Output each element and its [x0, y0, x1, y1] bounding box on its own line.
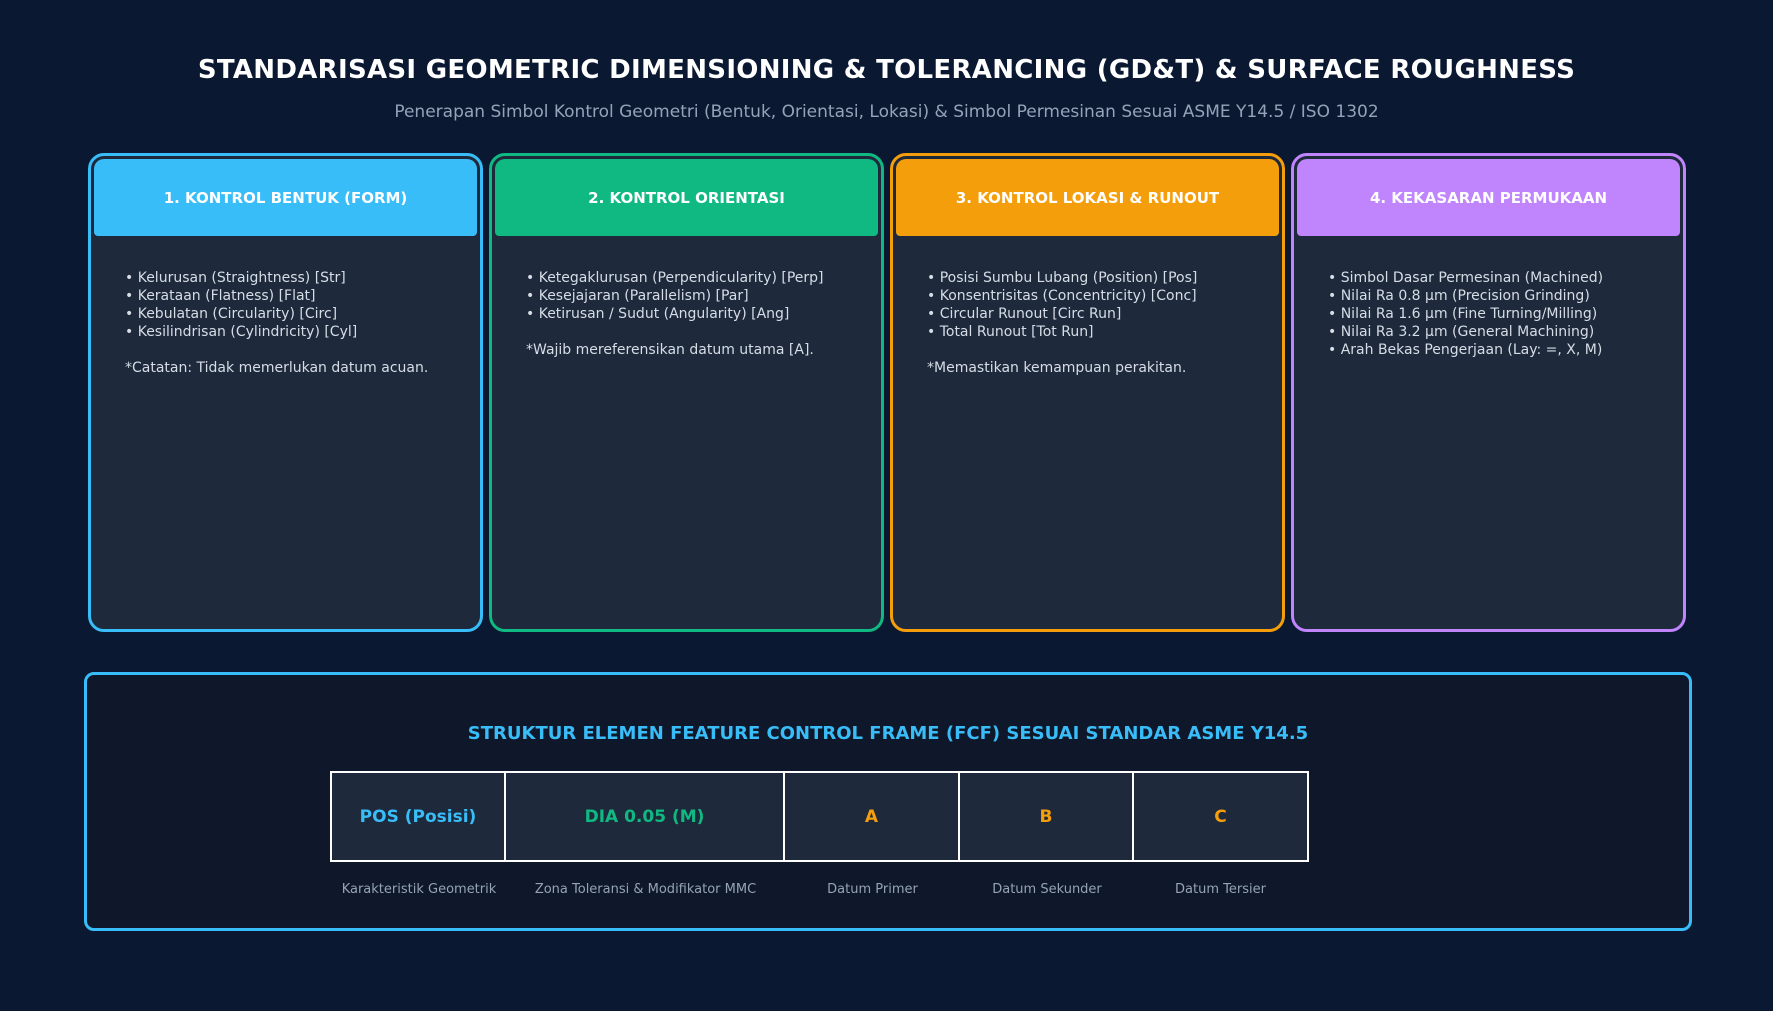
card-orientation: 2. KONTROL ORIENTASI • Ketegaklurusan (Pe… — [489, 153, 884, 632]
card-list-item: • Ketegaklurusan (Perpendicularity) [Per… — [526, 270, 824, 286]
card-list-item: • Arah Bekas Pengerjaan (Lay: =, X, M) — [1328, 342, 1603, 358]
card-list-item: • Nilai Ra 3.2 μm (General Machining) — [1328, 324, 1595, 340]
fcf-datum-tertiary-cell: C — [1214, 806, 1227, 827]
fcf-cell-label: Zona Toleransi & Modifikator MMC — [534, 882, 757, 897]
fcf-cell-label: Datum Primer — [827, 882, 918, 897]
card-list-item: • Kebulatan (Circularity) [Circ] — [125, 306, 338, 322]
card-list-item: • Kesejajaran (Parallelism) [Par] — [526, 288, 749, 304]
card-list-item: • Kerataan (Flatness) [Flat] — [125, 288, 316, 304]
card-list-item: • Kesilindrisan (Cylindricity) [Cyl] — [125, 324, 358, 340]
card-list-item: • Kelurusan (Straightness) [Str] — [125, 270, 346, 286]
card-list-item: • Konsentrisitas (Concentricity) [Conc] — [927, 288, 1197, 304]
card-body: • Simbol Dasar Permesinan (Machined) • Ni… — [1328, 269, 1673, 359]
card-list-item: • Ketirusan / Sudut (Angularity) [Ang] — [526, 306, 790, 322]
card-surface-roughness: 4. KEKASARAN PERMUKAAN • Simbol Dasar Per… — [1291, 153, 1686, 632]
card-list-item: • Circular Runout [Circ Run] — [927, 306, 1122, 322]
card-list-item: • Total Runout [Tot Run] — [927, 324, 1094, 340]
card-location-runout: 3. KONTROL LOKASI & RUNOUT • Posisi Sumbu… — [890, 153, 1285, 632]
fcf-cell-label: Datum Sekunder — [992, 882, 1102, 897]
fcf-title: STRUKTUR ELEMEN FEATURE CONTROL FRAME (F… — [467, 723, 1309, 744]
page-subtitle: Penerapan Simbol Kontrol Geometri (Bentu… — [394, 102, 1379, 122]
card-body: • Posisi Sumbu Lubang (Position) [Pos] • … — [927, 269, 1272, 377]
card-note: *Wajib mereferensikan datum utama [A]. — [526, 342, 814, 358]
fcf-datum-primary-cell: A — [785, 773, 960, 860]
card-header: 2. KONTROL ORIENTASI — [495, 159, 878, 236]
card-header: 3. KONTROL LOKASI & RUNOUT — [896, 159, 1279, 236]
fcf-labels: Karakteristik Geometrik Zona Toleransi & … — [332, 882, 1307, 897]
card-body: • Kelurusan (Straightness) [Str] • Kerata… — [125, 269, 470, 377]
card-list-item: • Nilai Ra 0.8 μm (Precision Grinding) — [1328, 288, 1590, 304]
card-list-item: • Nilai Ra 1.6 μm (Fine Turning/Milling) — [1328, 306, 1598, 322]
card-form: 1. KONTROL BENTUK (FORM) • Kelurusan (Str… — [88, 153, 483, 632]
card-header: 4. KEKASARAN PERMUKAAN — [1297, 159, 1680, 236]
fcf-cell-label: Karakteristik Geometrik — [341, 882, 497, 897]
fcf-datum-secondary-cell: B — [960, 773, 1134, 860]
card-note: *Memastikan kemampuan perakitan. — [927, 360, 1187, 376]
fcf-frame: POS (Posisi) DIA 0.05 (M) A B C — [330, 771, 1309, 862]
fcf-panel: STRUKTUR ELEMEN FEATURE CONTROL FRAME (F… — [84, 672, 1692, 931]
fcf-tolerance-cell: DIA 0.05 (M) — [506, 773, 785, 860]
card-list-item: • Simbol Dasar Permesinan (Machined) — [1328, 270, 1604, 286]
fcf-cell-label: Datum Tersier — [1175, 882, 1266, 897]
page-title: STANDARISASI GEOMETRIC DIMENSIONING & TO… — [197, 55, 1576, 85]
card-note: *Catatan: Tidak memerlukan datum acuan. — [125, 360, 429, 376]
card-list-item: • Posisi Sumbu Lubang (Position) [Pos] — [927, 270, 1198, 286]
fcf-characteristic-cell: POS (Posisi) — [332, 773, 506, 860]
card-header: 1. KONTROL BENTUK (FORM) — [94, 159, 477, 236]
card-body: • Ketegaklurusan (Perpendicularity) [Per… — [526, 269, 871, 359]
